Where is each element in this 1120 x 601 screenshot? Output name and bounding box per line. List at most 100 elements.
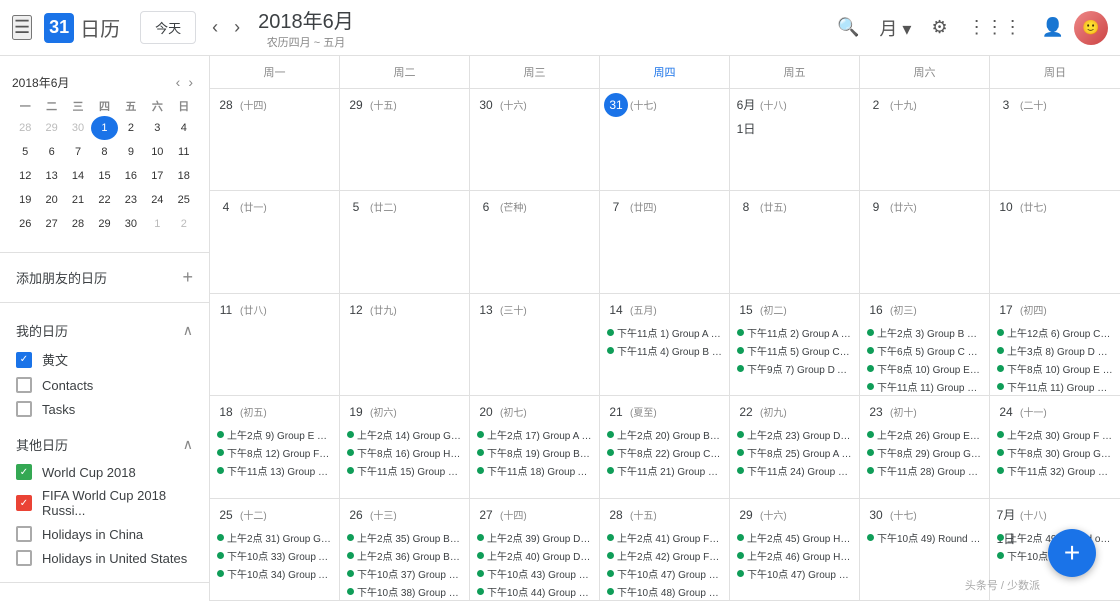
calendar-event[interactable]: 下午11点 11) Group F Ge... xyxy=(994,378,1116,395)
my-cal-item[interactable]: Tasks xyxy=(0,397,209,421)
calendar-event[interactable]: 下午11点 5) Group C Franc... xyxy=(734,342,855,359)
calendar-event[interactable]: 下午8点 19) Group B Por... xyxy=(474,444,595,461)
my-calendar-header[interactable]: 我的日历 ∧ xyxy=(0,315,209,346)
mini-cal-day[interactable]: 4 xyxy=(171,116,197,140)
mini-cal-day[interactable]: 29 xyxy=(91,212,117,236)
calendar-event[interactable]: 下午10点 49) Round of 16... xyxy=(864,529,985,546)
calendar-event[interactable]: 上午2点 31) Group G Pol... xyxy=(214,529,335,546)
calendar-date[interactable]: 7月1日 xyxy=(994,503,1018,527)
mini-cal-prev[interactable]: ‹ xyxy=(172,72,185,92)
calendar-event[interactable]: 下午10点 37) Group C De... xyxy=(344,565,465,582)
calendar-event[interactable]: 下午11点 15) Group H Po... xyxy=(344,462,465,479)
calendar-date[interactable]: 25 xyxy=(214,503,238,527)
mini-cal-day[interactable]: 15 xyxy=(91,164,117,188)
calendar-event[interactable]: 下午10点 34) Group A Sa... xyxy=(214,565,335,582)
calendar-event[interactable]: 上午2点 36) Group B Spa... xyxy=(344,547,465,564)
mini-cal-day[interactable]: 20 xyxy=(38,188,64,212)
calendar-date[interactable]: 30 xyxy=(474,93,498,117)
my-cal-item[interactable]: Contacts xyxy=(0,373,209,397)
mini-cal-day[interactable]: 10 xyxy=(144,140,170,164)
calendar-date[interactable]: 20 xyxy=(474,400,498,424)
calendar-date[interactable]: 22 xyxy=(734,400,758,424)
cal-checkbox[interactable] xyxy=(16,377,32,393)
calendar-event[interactable]: 上午2点 9) Group E Brazi... xyxy=(214,426,335,443)
calendar-date[interactable]: 8 xyxy=(734,195,758,219)
calendar-event[interactable]: 下午11点 4) Group B Mor... xyxy=(604,342,725,359)
view-selector-button[interactable]: 月 ▾ xyxy=(869,9,921,47)
cal-checkbox[interactable]: ✓ xyxy=(16,464,32,480)
calendar-event[interactable]: 上午2点 23) Group D Arg... xyxy=(734,426,855,443)
calendar-date[interactable]: 21 xyxy=(604,400,628,424)
mini-cal-day[interactable]: 21 xyxy=(65,188,91,212)
calendar-event[interactable]: 下午8点 22) Group C Den... xyxy=(604,444,725,461)
mini-cal-day[interactable]: 25 xyxy=(171,188,197,212)
calendar-event[interactable]: 上午2点 39) Group D Nige... xyxy=(474,529,595,546)
mini-cal-day[interactable]: 1 xyxy=(91,116,117,140)
calendar-event[interactable]: 上午2点 45) Group H Eng... xyxy=(734,529,855,546)
calendar-date[interactable]: 11 xyxy=(214,298,238,322)
calendar-event[interactable]: 下午9点 7) Group D Arge... xyxy=(734,360,855,377)
calendar-event[interactable]: 下午11点 24) Group D Nic... xyxy=(734,462,855,479)
create-event-fab[interactable]: + xyxy=(1048,529,1096,577)
calendar-event[interactable]: 上午2点 14) Group G Tun... xyxy=(344,426,465,443)
settings-button[interactable]: ⚙ xyxy=(921,11,957,44)
calendar-event[interactable]: 上午2点 17) Group A Rus... xyxy=(474,426,595,443)
mini-cal-day[interactable]: 26 xyxy=(12,212,38,236)
mini-cal-day[interactable]: 29 xyxy=(38,116,64,140)
calendar-event[interactable]: 下午8点 12) Group F Swe... xyxy=(214,444,335,461)
calendar-event[interactable]: 下午10点 44) Group E Me... xyxy=(474,583,595,600)
other-cal-item[interactable]: Holidays in United States xyxy=(0,546,209,570)
mini-cal-day[interactable]: 24 xyxy=(144,188,170,212)
cal-checkbox[interactable]: ✓ xyxy=(16,352,32,368)
calendar-date[interactable]: 10 xyxy=(994,195,1018,219)
calendar-event[interactable]: 上午12点 6) Group C Peru... xyxy=(994,324,1116,341)
calendar-date[interactable]: 16 xyxy=(864,298,888,322)
calendar-event[interactable]: 下午8点 25) Group A Braz... xyxy=(734,444,855,461)
calendar-event[interactable]: 下午10点 47) Group G Ja... xyxy=(604,565,725,582)
calendar-date[interactable]: 19 xyxy=(344,400,368,424)
avatar[interactable]: 🙂 xyxy=(1074,11,1108,45)
calendar-date[interactable]: 12 xyxy=(344,298,368,322)
mini-cal-day[interactable]: 6 xyxy=(38,140,64,164)
calendar-date[interactable]: 30 xyxy=(864,503,888,527)
calendar-event[interactable]: 下午10点 48) Group G Se... xyxy=(604,583,725,600)
today-button[interactable]: 今天 xyxy=(140,11,196,44)
calendar-event[interactable]: 下午10点 33) Group A Uni... xyxy=(214,547,335,564)
calendar-date[interactable]: 7 xyxy=(604,195,628,219)
calendar-event[interactable]: 下午10点 38) Group C Au... xyxy=(344,583,465,600)
other-cal-item[interactable]: ✓World Cup 2018 xyxy=(0,460,209,484)
calendar-event[interactable]: 下午10点 47) Group G Ja... xyxy=(734,565,855,582)
calendar-date[interactable]: 3 xyxy=(994,93,1018,117)
calendar-date[interactable]: 29 xyxy=(734,503,758,527)
calendar-event[interactable]: 上午2点 41) Group F Serb... xyxy=(604,529,725,546)
calendar-event[interactable]: 上午2点 30) Group F Gerr... xyxy=(994,426,1116,443)
my-cal-item[interactable]: ✓黄文 xyxy=(0,346,209,373)
calendar-date[interactable]: 26 xyxy=(344,503,368,527)
mini-cal-next[interactable]: › xyxy=(184,72,197,92)
calendar-date[interactable]: 6 xyxy=(474,195,498,219)
calendar-date[interactable]: 31 xyxy=(604,93,628,117)
mini-cal-day[interactable]: 28 xyxy=(12,116,38,140)
menu-button[interactable]: ☰ xyxy=(12,15,32,40)
mini-cal-day[interactable]: 16 xyxy=(118,164,144,188)
calendar-event[interactable]: 下午11点 28) Group F Sou... xyxy=(864,462,985,479)
calendar-event[interactable]: 上午2点 3) Group B Portu... xyxy=(864,324,985,341)
mini-cal-day[interactable]: 18 xyxy=(171,164,197,188)
mini-cal-day[interactable]: 2 xyxy=(171,212,197,236)
calendar-event[interactable]: 下午8点 10) Group E Cos... xyxy=(994,360,1116,377)
mini-cal-day[interactable]: 30 xyxy=(118,212,144,236)
calendar-date[interactable]: 4 xyxy=(214,195,238,219)
mini-cal-day[interactable]: 13 xyxy=(38,164,64,188)
account-button[interactable]: 👤 xyxy=(1032,11,1074,44)
calendar-event[interactable]: 上午2点 35) Group B Iran... xyxy=(344,529,465,546)
mini-cal-day[interactable]: 11 xyxy=(171,140,197,164)
cal-checkbox[interactable] xyxy=(16,401,32,417)
calendar-event[interactable]: 下午8点 16) Group H Col... xyxy=(344,444,465,461)
calendar-event[interactable]: 下午8点 10) Group E Cos... xyxy=(864,360,985,377)
mini-cal-day[interactable]: 14 xyxy=(65,164,91,188)
other-cal-item[interactable]: Holidays in China xyxy=(0,522,209,546)
mini-cal-day[interactable]: 12 xyxy=(12,164,38,188)
calendar-date[interactable]: 29 xyxy=(344,93,368,117)
calendar-event[interactable]: 上午2点 40) Group D Ice... xyxy=(474,547,595,564)
calendar-event[interactable]: 下午10点 43) Group E So... xyxy=(474,565,595,582)
